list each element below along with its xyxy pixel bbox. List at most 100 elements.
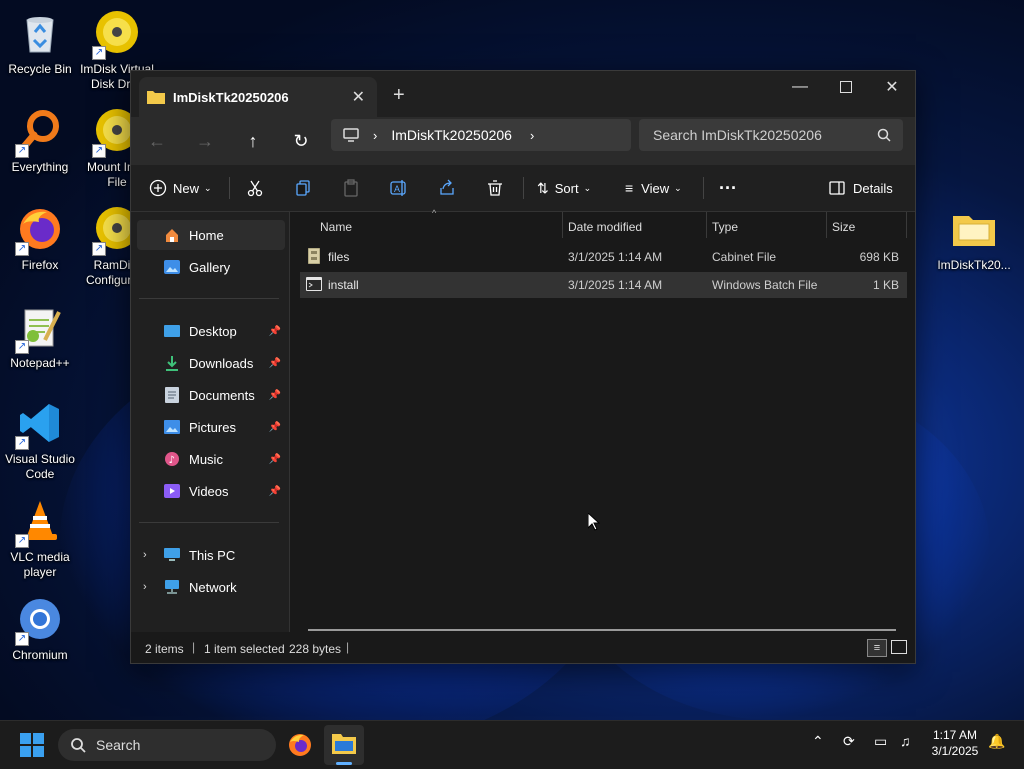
- pin-icon[interactable]: 📌: [269, 454, 281, 465]
- file-list: ^ Name Date modified Type Size files 3/1…: [290, 208, 915, 632]
- folder-icon: [951, 206, 997, 252]
- new-tab-button[interactable]: +: [393, 84, 405, 107]
- sort-label: Sort: [554, 180, 579, 196]
- taskbar-search[interactable]: Search: [58, 729, 276, 761]
- chevron-right-icon[interactable]: ›: [143, 581, 147, 593]
- chevron-right-icon[interactable]: ›: [530, 128, 534, 143]
- chevron-right-icon[interactable]: ›: [143, 549, 147, 561]
- sidebar-item-documents[interactable]: Documents 📌: [137, 380, 285, 410]
- sidebar-item-label: Music: [189, 451, 223, 467]
- desktop-icon-vlc[interactable]: ↗ VLC media player: [0, 498, 80, 580]
- delete-icon[interactable]: [483, 176, 507, 200]
- details-button[interactable]: Details: [829, 173, 893, 203]
- desktop-icon-recycle-bin[interactable]: Recycle Bin: [0, 10, 80, 77]
- pin-icon[interactable]: 📌: [269, 358, 281, 369]
- desktop-icon-everything[interactable]: ↗ Everything: [0, 108, 80, 175]
- column-divider[interactable]: [906, 212, 907, 238]
- start-button[interactable]: [20, 733, 44, 762]
- notification-bell-icon[interactable]: 🔔: [988, 733, 1005, 750]
- desktop-icon-firefox[interactable]: ↗ Firefox: [0, 206, 80, 273]
- desktop-icon-chromium[interactable]: ↗ Chromium: [0, 596, 80, 663]
- refresh-button[interactable]: ↻: [287, 127, 315, 155]
- pin-icon[interactable]: 📌: [269, 390, 281, 401]
- table-row[interactable]: install 3/1/2025 1:14 AM Windows Batch F…: [300, 272, 907, 298]
- command-bar: New ⌄ A ⇅ Sort ⌄ ≡ View ⌄ ··· Details: [131, 165, 915, 212]
- sidebar-item-network[interactable]: › Network: [137, 572, 285, 602]
- column-divider[interactable]: [562, 212, 563, 238]
- taskbar-firefox[interactable]: [288, 733, 312, 762]
- pin-icon[interactable]: 📌: [269, 486, 281, 497]
- tab-imdisk[interactable]: ImDiskTk20250206 ✕: [139, 77, 377, 117]
- view-lines-icon: ≡: [625, 180, 634, 196]
- column-header: ^ Name Date modified Type Size: [290, 208, 915, 242]
- rename-icon[interactable]: A: [387, 176, 411, 200]
- music-icon: ♪: [163, 451, 181, 467]
- table-row[interactable]: files 3/1/2025 1:14 AM Cabinet File 698 …: [300, 244, 907, 270]
- clock-date: 3/1/2025: [931, 744, 979, 758]
- pin-icon[interactable]: 📌: [269, 326, 281, 337]
- explorer-window: ImDiskTk20250206 ✕ + — ✕ ← → ↑ ↻ › ImDis…: [130, 70, 916, 664]
- close-tab-icon[interactable]: ✕: [352, 87, 365, 107]
- search-icon: [877, 128, 891, 142]
- svg-text:♪: ♪: [169, 455, 175, 466]
- sync-icon[interactable]: ⟳: [843, 733, 855, 750]
- paste-icon[interactable]: [339, 176, 363, 200]
- chevron-right-icon[interactable]: ›: [373, 128, 377, 143]
- network-status-icon[interactable]: ▭: [874, 733, 887, 750]
- desktop-icon-vscode[interactable]: ↗ Visual Studio Code: [0, 400, 80, 482]
- search-input[interactable]: Search ImDiskTk20250206: [639, 119, 903, 151]
- column-date-modified[interactable]: Date modified: [568, 220, 642, 234]
- plus-circle-icon: [149, 179, 167, 197]
- share-icon[interactable]: [435, 176, 459, 200]
- file-type: Cabinet File: [712, 250, 777, 264]
- view-button[interactable]: ≡ View ⌄: [625, 173, 682, 203]
- sidebar-item-videos[interactable]: Videos 📌: [137, 476, 285, 506]
- sidebar-item-gallery[interactable]: Gallery: [137, 252, 285, 282]
- file-name: install: [328, 278, 359, 292]
- more-options-icon[interactable]: ···: [719, 173, 737, 203]
- chevron-up-icon[interactable]: ⌃: [812, 733, 824, 750]
- copy-icon[interactable]: [291, 176, 315, 200]
- address-field[interactable]: › ImDiskTk20250206 ›: [331, 119, 631, 151]
- details-pane-icon: [829, 181, 845, 195]
- column-size[interactable]: Size: [832, 220, 855, 234]
- shortcut-arrow-icon: ↗: [15, 340, 29, 354]
- desktop-icon-label: Chromium: [12, 648, 68, 662]
- file-date: 3/1/2025 1:14 AM: [568, 250, 663, 264]
- details-label: Details: [853, 180, 893, 196]
- thumbnail-view-toggle[interactable]: [891, 640, 907, 654]
- column-name[interactable]: Name: [320, 220, 352, 234]
- cut-icon[interactable]: [243, 176, 267, 200]
- sidebar-item-desktop[interactable]: Desktop 📌: [137, 316, 285, 346]
- up-button[interactable]: ↑: [239, 127, 267, 155]
- column-divider[interactable]: [826, 212, 827, 238]
- maximize-button[interactable]: [823, 71, 869, 103]
- breadcrumb-current[interactable]: ImDiskTk20250206: [391, 127, 512, 143]
- column-type[interactable]: Type: [712, 220, 738, 234]
- desktop-icon-label: Recycle Bin: [8, 62, 72, 76]
- sidebar-item-music[interactable]: ♪ Music 📌: [137, 444, 285, 474]
- taskbar-clock[interactable]: 1:17 AM 3/1/2025: [926, 727, 984, 759]
- sidebar-item-downloads[interactable]: Downloads 📌: [137, 348, 285, 378]
- horizontal-scrollbar[interactable]: [308, 629, 896, 631]
- minimize-button[interactable]: —: [777, 71, 823, 103]
- computer-icon: [163, 547, 181, 563]
- back-button[interactable]: ←: [143, 127, 171, 155]
- sidebar-item-pictures[interactable]: Pictures 📌: [137, 412, 285, 442]
- forward-button[interactable]: →: [191, 127, 219, 155]
- details-view-toggle[interactable]: ≡: [867, 639, 887, 657]
- new-button[interactable]: New ⌄: [149, 173, 212, 203]
- sidebar-item-this-pc[interactable]: › This PC: [137, 540, 285, 570]
- desktop-icon-notepadpp[interactable]: ↗ Notepad++: [0, 304, 80, 371]
- taskbar-file-explorer[interactable]: [324, 725, 364, 765]
- volume-icon[interactable]: ♫: [900, 733, 911, 749]
- pin-icon[interactable]: 📌: [269, 422, 281, 433]
- column-divider[interactable]: [706, 212, 707, 238]
- sort-button[interactable]: ⇅ Sort ⌄: [537, 173, 591, 203]
- status-item-count: 2 items: [145, 642, 184, 656]
- sidebar-item-home[interactable]: Home: [137, 220, 285, 250]
- cabinet-file-icon: [307, 247, 321, 267]
- pictures-icon: [163, 419, 181, 435]
- close-window-button[interactable]: ✕: [869, 71, 915, 103]
- desktop-icon-imdisk-folder[interactable]: ImDiskTk20...: [934, 206, 1014, 273]
